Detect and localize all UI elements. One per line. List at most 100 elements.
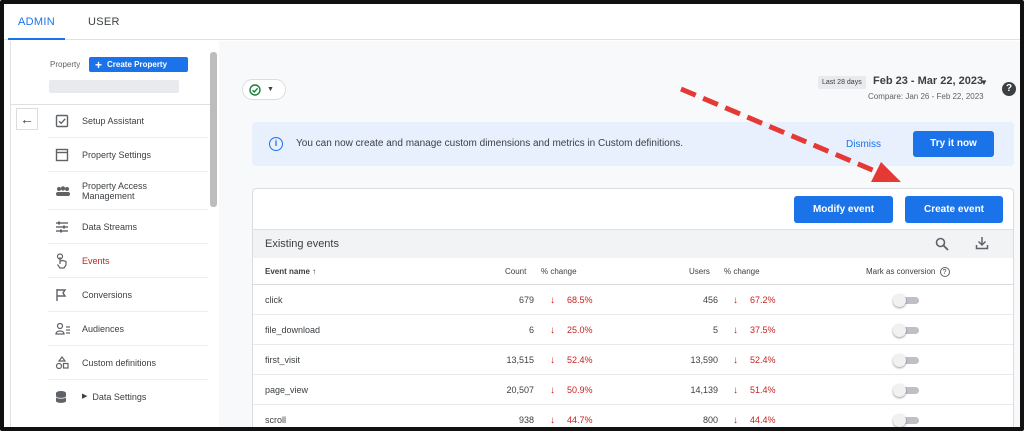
expand-caret-icon: ▶ — [82, 393, 88, 400]
checkbox-icon — [55, 114, 77, 128]
users-cell: 14,139 — [690, 385, 718, 395]
sidebar-guide-line — [10, 41, 11, 427]
shapes-icon — [55, 355, 77, 370]
table-row: first_visit 13,515 ↓ 52.4% 13,590 ↓ 52.4… — [253, 345, 1013, 375]
table-row: file_download 6 ↓ 25.0% 5 ↓ 37.5% — [253, 315, 1013, 345]
count-change-cell: 25.0% — [567, 325, 593, 335]
column-header-count[interactable]: Count — [505, 267, 526, 276]
date-compare-text: Compare: Jan 26 - Feb 22, 2023 — [868, 92, 984, 101]
create-event-button[interactable]: Create event — [905, 196, 1003, 223]
back-arrow-button[interactable]: ← — [16, 108, 38, 130]
sidebar-item-events[interactable]: Events — [48, 244, 208, 278]
touch-icon — [55, 252, 77, 269]
streams-icon — [55, 221, 77, 233]
mark-conversion-toggle[interactable] — [893, 354, 919, 367]
info-banner: i You can now create and manage custom d… — [252, 122, 1014, 166]
column-header-label: Mark as conversion — [866, 267, 936, 277]
existing-events-title: Existing events — [265, 238, 339, 250]
users-cell: 13,590 — [690, 355, 718, 365]
property-label: Property — [50, 60, 81, 69]
date-range-caret-icon[interactable]: ▼ — [980, 78, 988, 87]
users-change-cell: 37.5% — [750, 325, 776, 335]
audience-icon — [55, 322, 77, 335]
event-name-cell[interactable]: first_visit — [265, 355, 300, 365]
create-property-button[interactable]: + Create Property — [89, 57, 188, 72]
users-cell: 5 — [712, 325, 718, 335]
help-icon[interactable]: ? — [1002, 82, 1016, 96]
sidebar-item-property-settings[interactable]: Property Settings — [48, 138, 208, 172]
sidebar-item-setup-assistant[interactable]: Setup Assistant — [48, 104, 208, 138]
sidebar-item-label: Data Settings — [92, 392, 147, 402]
event-name-cell[interactable]: click — [265, 295, 283, 305]
sort-ascending-icon: ↑ — [312, 267, 317, 276]
sidebar-item-custom-definitions[interactable]: Custom definitions — [48, 346, 208, 380]
sidebar-item-label: Conversions — [82, 289, 133, 300]
sidebar-item-audiences[interactable]: Audiences — [48, 312, 208, 346]
admin-sidebar: Property + Create Property ← Setup Assis… — [4, 41, 219, 427]
column-header-users[interactable]: Users — [689, 267, 710, 276]
count-cell: 20,507 — [506, 385, 534, 395]
table-row: scroll 938 ↓ 44.7% 800 ↓ 44.4% — [253, 405, 1013, 427]
date-preset-chip: Last 28 days — [818, 76, 866, 89]
download-icon[interactable] — [975, 236, 989, 255]
sidebar-item-data-streams[interactable]: Data Streams — [48, 210, 208, 244]
try-it-now-button[interactable]: Try it now — [913, 131, 994, 157]
question-circle-icon[interactable]: ? — [939, 267, 950, 277]
app-frame: ADMIN USER Property + Create Property ← … — [0, 0, 1024, 431]
info-icon: i — [269, 137, 283, 151]
decrease-arrow-icon: ↓ — [733, 295, 738, 306]
count-cell: 13,515 — [506, 355, 534, 365]
count-change-cell: 44.7% — [567, 415, 593, 425]
users-change-cell: 44.4% — [750, 415, 776, 425]
banner-message: You can now create and manage custom dim… — [296, 138, 684, 149]
decrease-arrow-icon: ↓ — [733, 415, 738, 426]
count-change-cell: 50.9% — [567, 385, 593, 395]
mark-conversion-toggle[interactable] — [893, 414, 919, 427]
decrease-arrow-icon: ↓ — [733, 325, 738, 336]
count-change-cell: 68.5% — [567, 295, 593, 305]
existing-events-header: Existing events — [253, 230, 1013, 258]
decrease-arrow-icon: ↓ — [550, 415, 555, 426]
sidebar-scrollbar[interactable] — [210, 52, 217, 207]
modify-event-button[interactable]: Modify event — [794, 196, 893, 223]
decrease-arrow-icon: ↓ — [733, 385, 738, 396]
sidebar-item-property-access-management[interactable]: Property Access Management — [48, 172, 208, 210]
sidebar-item-data-settings[interactable]: ▶ Data Settings — [48, 380, 208, 414]
sidebar-item-label: Property Access Management — [82, 180, 148, 201]
tab-admin[interactable]: ADMIN — [8, 4, 65, 40]
table-row: click 679 ↓ 68.5% 456 ↓ 67.2% — [253, 285, 1013, 315]
count-change-cell: 52.4% — [567, 355, 593, 365]
sidebar-item-conversions[interactable]: Conversions — [48, 278, 208, 312]
event-name-cell[interactable]: file_download — [265, 325, 320, 335]
decrease-arrow-icon: ↓ — [550, 295, 555, 306]
search-icon[interactable] — [935, 237, 949, 256]
sidebar-item-label: Setup Assistant — [82, 115, 145, 126]
column-header-users-change[interactable]: % change — [724, 267, 760, 276]
column-header-event-name[interactable]: Event name ↑ — [265, 267, 316, 276]
property-selector-redacted[interactable] — [49, 80, 179, 93]
mark-conversion-toggle[interactable] — [893, 294, 919, 307]
check-circle-icon — [249, 83, 261, 96]
mark-conversion-toggle[interactable] — [893, 324, 919, 337]
event-name-cell[interactable]: scroll — [265, 415, 286, 425]
users-change-cell: 67.2% — [750, 295, 776, 305]
count-cell: 679 — [518, 295, 534, 305]
create-property-label: Create Property — [107, 60, 168, 69]
column-header-count-change[interactable]: % change — [541, 267, 577, 276]
plus-icon: + — [95, 57, 103, 72]
sidebar-item-label: Custom definitions — [82, 357, 157, 368]
date-range-picker[interactable]: Feb 23 - Mar 22, 2023 — [873, 75, 983, 87]
dismiss-link[interactable]: Dismiss — [846, 139, 881, 150]
column-header-label: Event name — [265, 267, 310, 276]
comparison-status-dropdown[interactable]: ▼ — [242, 79, 286, 100]
tab-user[interactable]: USER — [88, 4, 120, 40]
decrease-arrow-icon: ↓ — [550, 355, 555, 366]
dropdown-caret-icon: ▼ — [267, 86, 274, 93]
users-cell: 800 — [702, 415, 718, 425]
sidebar-item-label: Data Streams — [82, 221, 138, 232]
table-row: page_view 20,507 ↓ 50.9% 14,139 ↓ 51.4% — [253, 375, 1013, 405]
mark-conversion-toggle[interactable] — [893, 384, 919, 397]
event-name-cell[interactable]: page_view — [265, 385, 308, 395]
sidebar-item-label: Property Settings — [82, 149, 152, 160]
people-icon — [55, 185, 77, 197]
